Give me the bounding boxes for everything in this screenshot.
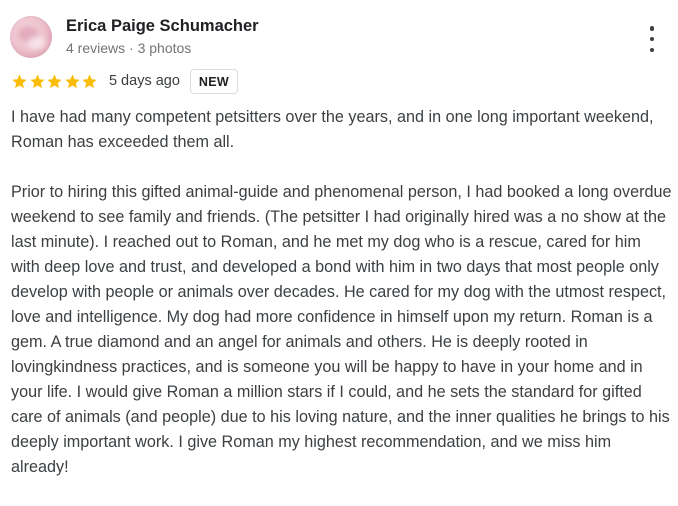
avatar[interactable] bbox=[10, 16, 52, 58]
more-vert-icon bbox=[649, 36, 655, 42]
review-card: Erica Paige Schumacher 4 reviews · 3 pho… bbox=[0, 0, 678, 506]
star-icon bbox=[12, 74, 27, 88]
more-vert-icon bbox=[649, 26, 655, 31]
star-icon bbox=[47, 74, 62, 88]
star-rating bbox=[11, 73, 99, 90]
review-date: 5 days ago bbox=[108, 73, 180, 89]
review-header: Erica Paige Schumacher 4 reviews · 3 pho… bbox=[10, 16, 664, 60]
new-badge: NEW bbox=[189, 68, 238, 94]
review-text: I have had many competent petsitters ove… bbox=[11, 105, 673, 480]
more-vert-icon bbox=[649, 47, 655, 52]
review-paragraph: I have had many competent petsitters ove… bbox=[11, 108, 654, 151]
review-paragraph: Prior to hiring this gifted animal-guide… bbox=[11, 183, 672, 476]
star-icon bbox=[29, 74, 45, 88]
author-meta: 4 reviews · 3 photos bbox=[66, 40, 192, 56]
star-icon bbox=[82, 74, 98, 88]
author-name[interactable]: Erica Paige Schumacher bbox=[66, 17, 259, 36]
star-icon bbox=[65, 74, 80, 88]
rating-row: 5 days ago NEW bbox=[11, 68, 238, 94]
more-options-button[interactable] bbox=[642, 26, 662, 52]
